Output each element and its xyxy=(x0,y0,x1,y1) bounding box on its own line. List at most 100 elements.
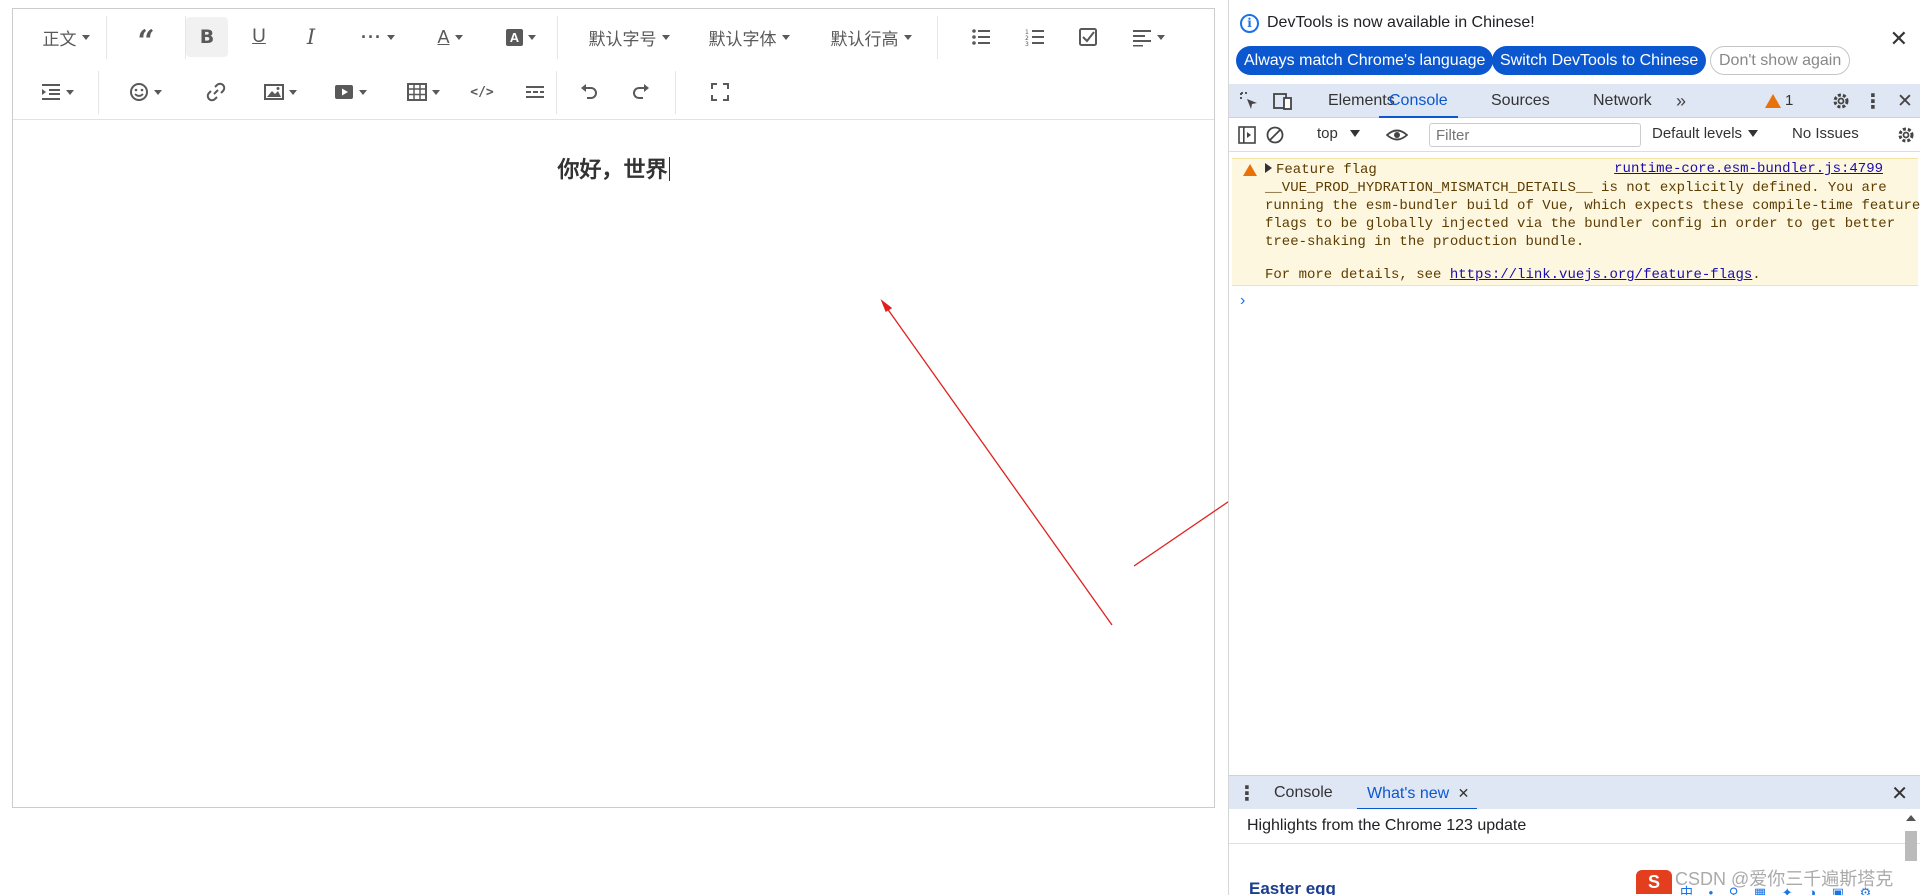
table-icon xyxy=(406,83,427,101)
scrollbar-thumb[interactable] xyxy=(1905,831,1917,861)
device-toolbar-icon[interactable] xyxy=(1271,89,1295,113)
editor-heading[interactable]: 你好，世界 xyxy=(13,152,1214,184)
heading-text: 你好，世界 xyxy=(557,158,668,183)
tab-sources[interactable]: Sources xyxy=(1491,84,1550,118)
source-link[interactable]: runtime-core.esm-bundler.js:4799 xyxy=(1614,161,1883,177)
redo-button[interactable] xyxy=(621,72,661,112)
dont-show-again-button[interactable]: Don't show again xyxy=(1710,46,1851,75)
log-levels-dropdown[interactable]: Default levels xyxy=(1652,125,1759,142)
more-tabs-icon[interactable]: » xyxy=(1669,89,1693,113)
match-language-button[interactable]: Always match Chrome's language xyxy=(1236,46,1494,75)
italic-button[interactable]: I xyxy=(291,17,331,57)
chevron-down-icon xyxy=(1748,130,1759,137)
link-button[interactable] xyxy=(196,72,236,112)
font-size-dropdown[interactable]: 默认字号 xyxy=(581,17,677,57)
blockquote-button[interactable]: “ xyxy=(126,17,166,57)
numbered-list-button[interactable]: 123 xyxy=(1015,17,1055,57)
fullscreen-button[interactable] xyxy=(700,72,740,112)
divider-button[interactable] xyxy=(515,72,555,112)
close-drawer-icon[interactable]: ✕ xyxy=(1891,781,1908,806)
chevron-down-icon xyxy=(386,34,395,40)
fullscreen-icon xyxy=(711,83,729,101)
align-dropdown[interactable] xyxy=(1123,17,1173,57)
chevron-down-icon xyxy=(781,34,790,40)
line-height-dropdown[interactable]: 默认行高 xyxy=(823,17,919,57)
table-dropdown[interactable] xyxy=(397,72,449,112)
image-dropdown[interactable] xyxy=(254,72,306,112)
more-styles-dropdown[interactable]: ··· xyxy=(353,17,403,57)
switch-language-button[interactable]: Switch DevTools to Chinese xyxy=(1492,46,1707,75)
tab-console[interactable]: Console xyxy=(1379,84,1458,118)
sidebar-toggle-icon[interactable] xyxy=(1235,123,1259,147)
more-options-icon[interactable]: ⋮ xyxy=(1861,89,1885,113)
numbered-list-icon: 123 xyxy=(1025,29,1044,47)
editor-toolbar: 正文 “ B U I ··· A A 默认字号 默认字体 默认行高 1 2 3 … xyxy=(13,9,1214,120)
drawer-tab-console[interactable]: Console xyxy=(1274,776,1333,810)
quote-icon: “ xyxy=(137,24,155,59)
info-icon: i xyxy=(1240,14,1259,33)
feature-flags-link[interactable]: https://link.vuejs.org/feature-flags xyxy=(1450,267,1752,283)
more-details-prefix: For more details, see xyxy=(1265,267,1450,283)
scroll-up-icon[interactable] xyxy=(1906,815,1916,821)
context-selector[interactable]: top xyxy=(1317,125,1360,142)
drawer-menu-icon[interactable]: ⋮ xyxy=(1235,781,1259,805)
chevron-down-icon xyxy=(454,34,463,40)
tab-network[interactable]: Network xyxy=(1593,84,1652,118)
code-button[interactable]: </> xyxy=(462,72,502,112)
language-notice: i DevTools is now available in Chinese! … xyxy=(1229,0,1920,84)
video-dropdown[interactable] xyxy=(324,72,376,112)
editor-content-area[interactable]: 你好，世界 xyxy=(13,120,1214,807)
underline-button[interactable]: U xyxy=(239,17,279,57)
inspect-element-icon[interactable] xyxy=(1237,89,1261,113)
font-color-dropdown[interactable]: A xyxy=(425,17,475,57)
eye-icon[interactable] xyxy=(1385,123,1409,147)
console-toolbar: top Default levels No Issues xyxy=(1229,118,1920,152)
indent-dropdown[interactable] xyxy=(31,72,83,112)
checkbox-icon xyxy=(1079,28,1097,46)
warning-count: 1 xyxy=(1785,92,1794,109)
issues-indicator[interactable]: No Issues xyxy=(1792,125,1859,142)
toolbar-divider xyxy=(937,16,938,59)
warning-more-details: For more details, see https://link.vuejs… xyxy=(1265,267,1761,283)
todo-button[interactable] xyxy=(1068,17,1108,57)
chevron-down-icon xyxy=(661,34,670,40)
console-settings-icon[interactable] xyxy=(1894,123,1918,147)
watermark: CSDN @爱你三千遍斯塔克 xyxy=(1675,869,1894,889)
bulleted-list-button[interactable] xyxy=(961,17,1001,57)
bold-icon: B xyxy=(199,26,215,48)
rich-text-editor: 正文 “ B U I ··· A A 默认字号 默认字体 默认行高 1 2 3 … xyxy=(12,8,1215,808)
console-warning-message[interactable]: Feature flag __VUE_PROD_HYDRATION_MISMAT… xyxy=(1232,158,1920,286)
warning-body: __VUE_PROD_HYDRATION_MISMATCH_DETAILS__ … xyxy=(1265,180,1920,250)
settings-icon[interactable] xyxy=(1829,89,1853,113)
bold-button[interactable]: B xyxy=(186,17,228,57)
italic-icon: I xyxy=(306,25,316,49)
drawer-tab-whats-new[interactable]: What's new ✕ xyxy=(1357,776,1478,810)
chevron-down-icon xyxy=(65,89,74,95)
devtools-panel: i DevTools is now available in Chinese! … xyxy=(1228,0,1920,895)
warning-icon xyxy=(1243,164,1257,176)
console-filter-input[interactable] xyxy=(1429,123,1641,147)
close-icon[interactable]: ✕ xyxy=(1890,26,1908,52)
chevron-down-icon xyxy=(288,89,297,95)
more-icon: ··· xyxy=(361,26,382,47)
background-color-dropdown[interactable]: A xyxy=(495,17,547,57)
warning-counter[interactable]: 1 xyxy=(1765,92,1793,109)
warning-title: Feature flag xyxy=(1276,162,1377,178)
paragraph-style-label: 正文 xyxy=(42,29,77,49)
bulleted-list-icon xyxy=(972,29,990,45)
clear-console-icon[interactable] xyxy=(1263,123,1287,147)
paragraph-style-dropdown[interactable]: 正文 xyxy=(35,17,97,57)
chevron-down-icon xyxy=(431,89,440,95)
close-devtools-icon[interactable]: ✕ xyxy=(1893,89,1917,113)
close-tab-icon[interactable]: ✕ xyxy=(1458,785,1470,801)
toolbar-row-2: </> xyxy=(13,64,1214,119)
font-family-dropdown[interactable]: 默认字体 xyxy=(701,17,797,57)
csdn-logo-icon: S xyxy=(1636,870,1672,894)
emoji-dropdown[interactable] xyxy=(119,72,171,112)
scrollbar[interactable] xyxy=(1904,815,1918,895)
console-prompt[interactable]: › xyxy=(1240,292,1245,310)
undo-button[interactable] xyxy=(569,72,609,112)
devtools-main-tabs: Elements Console Sources Network » 1 ⋮ ✕ xyxy=(1229,84,1920,118)
expand-arrow-icon[interactable] xyxy=(1265,163,1272,173)
image-icon xyxy=(263,84,284,100)
